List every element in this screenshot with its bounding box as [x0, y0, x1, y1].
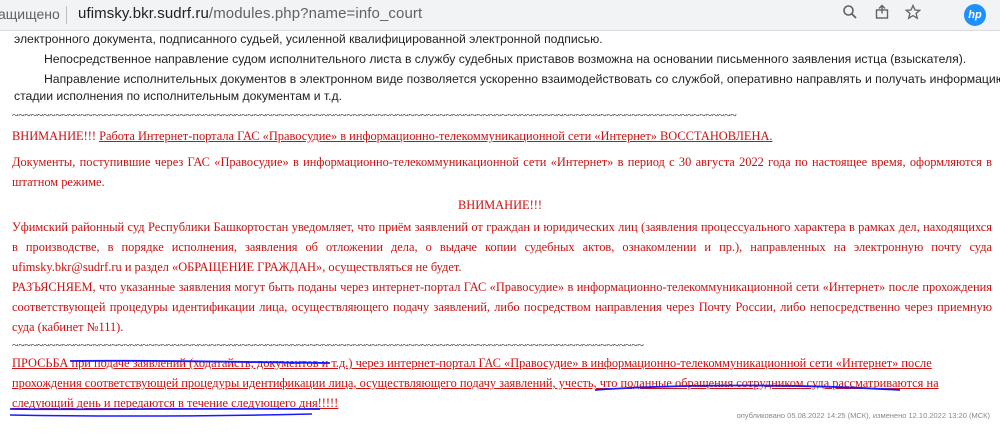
paragraph-electronic-doc: электронного документа, подписанного суд…	[14, 32, 603, 46]
warning-prefix: ВНИМАНИЕ!!!	[12, 129, 100, 143]
warning-restored-text: Работа Интернет-портала ГАС «Правосудие»…	[99, 129, 773, 143]
share-icon[interactable]	[871, 4, 893, 26]
divider-tilde-2: ~~~~~~~~~~~~~~~~~~~~~~~~~~~~~~~~~~~~~~~~…	[12, 338, 644, 352]
security-status-label[interactable]: ащищено	[0, 6, 60, 22]
address-separator	[66, 6, 67, 24]
publication-date: опубликовано 05.08.2022 14:25 (МСК), изм…	[736, 411, 990, 420]
warning-restored: ВНИМАНИЕ!!! Работа Интернет-портала ГАС …	[12, 126, 992, 146]
star-icon[interactable]	[902, 3, 924, 26]
hp-extension-icon[interactable]: hp	[964, 4, 986, 26]
paragraph-documents: Документы, поступившие через ГАС «Правос…	[12, 155, 992, 189]
page-content: электронного документа, подписанного суд…	[0, 31, 1000, 435]
browser-address-bar[interactable]: ащищено ufimsky.bkr.sudrf.ru/modules.php…	[0, 0, 1000, 31]
paragraph-electronic-exec-a: Направление исполнительных документов в …	[44, 72, 1000, 86]
warning-heading: ВНИМАНИЕ!!!	[458, 198, 542, 212]
url-domain: ufimsky.bkr.sudrf.ru	[78, 5, 209, 22]
url-field[interactable]: ufimsky.bkr.sudrf.ru/modules.php?name=in…	[78, 5, 422, 22]
paragraph-electronic-exec-b: стадии исполнения по исполнительным доку…	[14, 89, 343, 103]
paragraph-notice: Уфимский районный суд Республики Башкорт…	[12, 220, 992, 274]
divider-tilde: ~~~~~~~~~~~~~~~~~~~~~~~~~~~~~~~~~~~~~~~~…	[12, 108, 737, 122]
paragraph-request: ПРОСЬБА при подаче заявлений (ходатайств…	[12, 356, 939, 410]
paragraph-explain: РАЗЪЯСНЯЕМ, что указанные заявления могу…	[12, 280, 992, 334]
search-icon[interactable]	[839, 4, 861, 26]
url-path: /modules.php?name=info_court	[208, 5, 423, 22]
paragraph-bailiffs: Непосредственное направление судом испол…	[44, 52, 967, 66]
